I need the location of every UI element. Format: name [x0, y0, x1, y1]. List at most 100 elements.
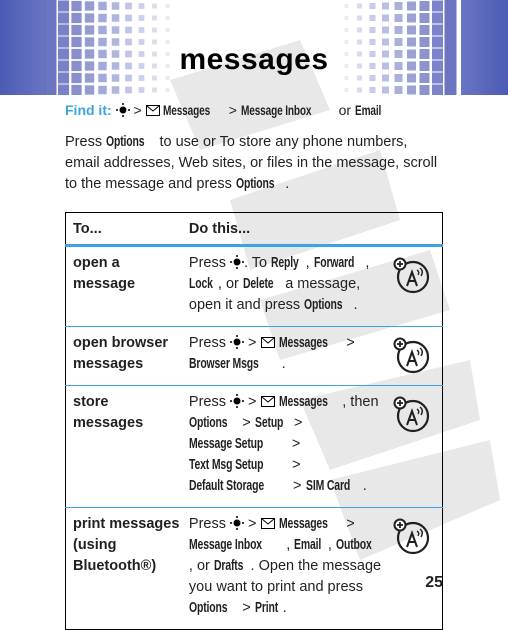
menu-item-name: Messages	[278, 394, 328, 410]
pattern-square	[382, 86, 389, 94]
pattern-square	[344, 28, 349, 32]
menu-item-name: Text Msg Setup	[188, 457, 264, 473]
pattern-square	[84, 25, 95, 35]
instruction-text: >	[238, 415, 255, 431]
pattern-square	[57, 12, 70, 24]
menu-item-name: SIM Card	[305, 478, 350, 494]
pattern-square	[344, 4, 349, 8]
row-icon-cell	[383, 327, 442, 386]
pattern-square	[125, 26, 132, 34]
pattern-square	[57, 24, 70, 36]
chapter-header: messages	[0, 0, 508, 95]
intro-text: Press	[65, 134, 107, 150]
header-do: Do this...	[188, 220, 251, 237]
instruction-text: .	[362, 478, 367, 494]
page-title: messages	[179, 43, 329, 76]
find-it-label: Find it:	[65, 102, 112, 118]
envelope-icon	[145, 105, 160, 116]
instruction-text: >	[238, 600, 255, 616]
envelope-icon	[260, 396, 275, 407]
instruction-text: Press	[188, 255, 230, 271]
menu-item-name: Drafts	[213, 558, 244, 574]
separator: >	[133, 102, 142, 118]
row-action-label: open a message	[73, 255, 136, 292]
row-action-label: print messages (using Bluetooth®)	[73, 516, 180, 574]
menu-item-name: Delete	[242, 276, 274, 292]
pattern-square	[407, 85, 416, 95]
separator: >	[228, 102, 237, 118]
pattern-square	[84, 13, 95, 23]
instruction-text: >	[290, 415, 303, 431]
pattern-square	[125, 14, 132, 22]
or-text: or	[338, 102, 352, 118]
nav-key-icon	[230, 255, 244, 269]
pattern-square	[382, 2, 389, 10]
pattern-square	[71, 24, 82, 36]
row-instructions: Press . To Reply, Forward, Lock, or Dele…	[182, 246, 383, 327]
pattern-square	[432, 24, 443, 36]
menu-item-name: Browser Msgs	[188, 356, 259, 372]
pattern-square	[152, 3, 157, 9]
pattern-square	[165, 28, 170, 32]
pattern-square	[138, 15, 145, 21]
pattern-square	[407, 1, 416, 11]
instruction-text: Press	[188, 335, 230, 351]
pattern-square	[407, 13, 416, 23]
pattern-square	[165, 88, 170, 92]
instruction-text: >	[244, 516, 261, 532]
pattern-square	[382, 14, 389, 22]
instruction-text: >	[244, 335, 261, 351]
instruction-text: >	[287, 436, 301, 452]
instruction-text: . To	[244, 255, 272, 271]
menu-email: Email	[354, 102, 382, 118]
menu-item-name: Messages	[278, 335, 328, 351]
instruction-text: , then	[342, 394, 379, 410]
table-row: open browser messages Press > Messages > …	[65, 327, 443, 386]
instruction-text: >	[289, 478, 306, 494]
instruction-text	[275, 516, 279, 532]
pattern-square	[394, 14, 403, 22]
row-instructions: Press > Messages > Browser Msgs.	[182, 327, 383, 386]
find-it-path: Find it: > Messages > Message Inbox or E…	[65, 102, 387, 118]
pattern-square	[357, 27, 362, 33]
pattern-square	[71, 84, 82, 95]
pattern-square	[165, 16, 170, 20]
instructions-table: To... Do this... open a message Press . T…	[65, 212, 443, 630]
page-number: 25	[425, 574, 443, 591]
pattern-square	[444, 0, 457, 12]
pattern-square	[419, 1, 430, 11]
pattern-square	[98, 1, 107, 11]
pattern-square	[394, 2, 403, 10]
menu-item-name: Message Inbox	[188, 537, 262, 553]
pattern-square	[44, 0, 57, 12]
pattern-square	[369, 87, 376, 93]
pattern-square	[98, 85, 107, 95]
nav-key-icon	[230, 335, 244, 349]
envelope-icon	[260, 337, 275, 348]
pattern-square	[44, 12, 57, 24]
pattern-square	[125, 2, 132, 10]
pattern-square	[432, 84, 443, 95]
envelope-icon	[260, 518, 275, 529]
header-to: To...	[73, 220, 102, 237]
menu-item-name: Reply	[271, 255, 299, 271]
pattern-square	[419, 85, 430, 95]
instruction-text: ,	[305, 255, 314, 271]
pattern-square	[84, 1, 95, 11]
row-instructions: Press > Messages , then Options > Setup >…	[182, 386, 383, 508]
options-key: Options	[235, 176, 275, 192]
pattern-square	[419, 13, 430, 23]
table-header-row: To... Do this...	[65, 213, 443, 246]
instruction-text: .	[282, 600, 287, 616]
pattern-square	[138, 87, 145, 93]
pattern-square	[138, 27, 145, 33]
menu-item-name: Messages	[278, 516, 328, 532]
network-feature-icon	[393, 396, 430, 433]
menu-message-inbox: Message Inbox	[240, 102, 312, 118]
nav-key-icon	[230, 516, 244, 530]
menu-item-name: Forward	[313, 255, 354, 271]
pattern-square	[432, 0, 443, 12]
pattern-square	[165, 4, 170, 8]
pattern-square	[57, 84, 70, 95]
pattern-square	[98, 13, 107, 23]
